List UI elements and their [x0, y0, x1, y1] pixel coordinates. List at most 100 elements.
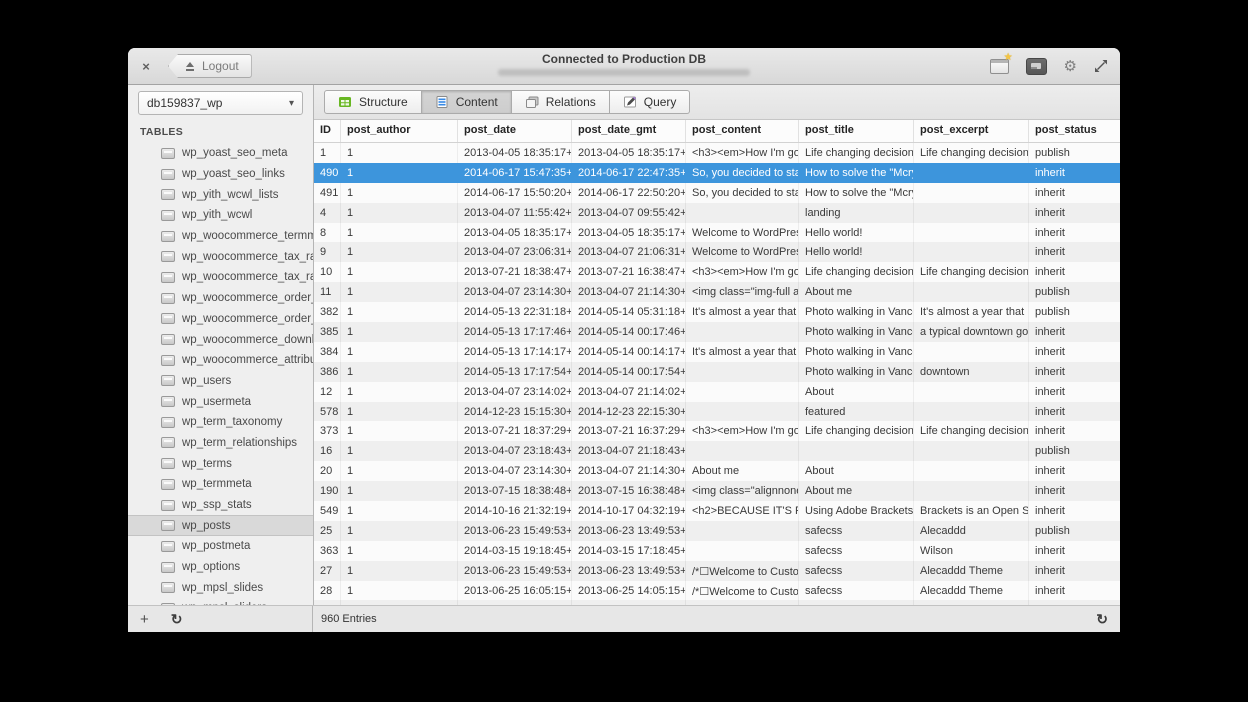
column-header-id[interactable]: ID	[314, 120, 341, 142]
sidebar-item-wp_yoast_seo_links[interactable]: wp_yoast_seo_links	[128, 164, 313, 185]
table-row[interactable]: 19012013-07-15 18:38:48+02013-07-15 16:3…	[314, 481, 1120, 501]
cell-post_excerpt	[914, 282, 1029, 302]
chevron-down-icon: ▾	[289, 98, 294, 109]
cell-post_excerpt	[914, 203, 1029, 223]
table-row[interactable]: 812013-04-05 18:35:17+02013-04-05 18:35:…	[314, 223, 1120, 243]
refresh-tables-icon[interactable]: ↻	[171, 612, 183, 626]
sidebar-item-wp_mpsl_sliders[interactable]: wp_mpsl_sliders	[128, 598, 313, 605]
sidebar-item-wp_posts[interactable]: wp_posts	[128, 515, 313, 536]
cell-post_date_gmt: 2013-07-15 16:38:48+0	[572, 481, 686, 501]
cell-post_author: 1	[341, 561, 458, 581]
table-row[interactable]: 38512014-05-13 17:17:46+02014-05-14 00:1…	[314, 322, 1120, 342]
tab-query[interactable]: Query	[610, 90, 691, 114]
cell-post_date: 2013-06-23 15:49:53+0	[458, 561, 572, 581]
table-row[interactable]: 49112014-06-17 15:50:20+02014-06-17 22:5…	[314, 183, 1120, 203]
new-window-star-icon[interactable]	[990, 59, 1009, 74]
cell-post_title: Hello world!	[799, 242, 914, 262]
cell-id: 20	[314, 461, 341, 481]
sidebar-item-wp_woocommerce_downloadabl…[interactable]: wp_woocommerce_downloadabl…	[128, 329, 313, 350]
table-name-label: wp_options	[182, 561, 240, 573]
table-name-label: wp_yith_wcwl_lists	[182, 189, 279, 201]
table-icon	[161, 272, 175, 283]
sidebar-item-wp_postmeta[interactable]: wp_postmeta	[128, 536, 313, 557]
cell-post_date_gmt: 2013-06-23 13:49:53+0	[572, 521, 686, 541]
sidebar-item-wp_yith_wcwl[interactable]: wp_yith_wcwl	[128, 205, 313, 226]
cell-post_excerpt	[914, 242, 1029, 262]
sidebar-item-wp_yoast_seo_meta[interactable]: wp_yoast_seo_meta	[128, 143, 313, 164]
table-row[interactable]: 912013-04-07 23:06:31+02013-04-07 21:06:…	[314, 242, 1120, 262]
table-row[interactable]: 38212014-05-13 22:31:18+02014-05-14 05:3…	[314, 302, 1120, 322]
table-row[interactable]: 2512013-06-23 15:49:53+02013-06-23 13:49…	[314, 521, 1120, 541]
cell-post_status: inherit	[1029, 362, 1120, 382]
table-icon	[161, 334, 175, 345]
close-icon[interactable]: ×	[138, 59, 154, 74]
table-icon	[161, 541, 175, 552]
sidebar-item-wp_mpsl_slides[interactable]: wp_mpsl_slides	[128, 577, 313, 598]
column-header-post_title[interactable]: post_title	[799, 120, 914, 142]
column-header-post_excerpt[interactable]: post_excerpt	[914, 120, 1029, 142]
table-row[interactable]: 1212013-04-07 23:14:02+02013-04-07 21:14…	[314, 382, 1120, 402]
tab-label: Structure	[359, 95, 408, 109]
column-header-post_content[interactable]: post_content	[686, 120, 799, 142]
table-row[interactable]: 2812013-06-25 16:05:15+02013-06-25 14:05…	[314, 581, 1120, 601]
add-table-button[interactable]: +	[140, 612, 149, 627]
cell-post_title: Life changing decisions	[799, 143, 914, 163]
sidebar-item-wp_woocommerce_order_items[interactable]: wp_woocommerce_order_items	[128, 288, 313, 309]
reload-results-icon[interactable]: ↻	[1096, 612, 1108, 626]
table-icon	[161, 437, 175, 448]
sidebar-item-wp_usermeta[interactable]: wp_usermeta	[128, 391, 313, 412]
table-row[interactable]: 1112013-04-07 23:14:30+02013-04-07 21:14…	[314, 282, 1120, 302]
column-header-post_date[interactable]: post_date	[458, 120, 572, 142]
sidebar-item-wp_woocommerce_tax_rates[interactable]: wp_woocommerce_tax_rates	[128, 267, 313, 288]
sidebar-item-wp_options[interactable]: wp_options	[128, 557, 313, 578]
table-icon	[161, 603, 175, 605]
table-row[interactable]: 38412014-05-13 17:14:17+02014-05-14 00:1…	[314, 342, 1120, 362]
table-row[interactable]: 38612014-05-13 17:17:54+02014-05-14 00:1…	[314, 362, 1120, 382]
column-header-post_status[interactable]: post_status	[1029, 120, 1120, 142]
sidebar-item-wp_ssp_stats[interactable]: wp_ssp_stats	[128, 495, 313, 516]
table-row[interactable]: 112013-04-05 18:35:17+02013-04-05 18:35:…	[314, 143, 1120, 163]
sidebar-item-wp_users[interactable]: wp_users	[128, 371, 313, 392]
sidebar-item-wp_woocommerce_termmeta[interactable]: wp_woocommerce_termmeta	[128, 226, 313, 247]
logout-button[interactable]: Logout	[168, 54, 252, 78]
sidebar-item-wp_term_taxonomy[interactable]: wp_term_taxonomy	[128, 412, 313, 433]
column-header-post_date_gmt[interactable]: post_date_gmt	[572, 120, 686, 142]
tab-content[interactable]: Content	[422, 90, 512, 114]
content-icon	[435, 95, 449, 109]
cell-post_date_gmt: 2013-04-07 21:14:02+0	[572, 382, 686, 402]
sidebar-item-wp_yith_wcwl_lists[interactable]: wp_yith_wcwl_lists	[128, 184, 313, 205]
cell-post_date_gmt: 2013-07-21 16:38:47+0	[572, 262, 686, 282]
cell-post_excerpt: Wilson	[914, 541, 1029, 561]
table-row[interactable]: 49012014-06-17 15:47:35+02014-06-17 22:4…	[314, 163, 1120, 183]
fullscreen-icon[interactable]	[1094, 59, 1108, 73]
table-row[interactable]: 1012013-07-21 18:38:47+02013-07-21 16:38…	[314, 262, 1120, 282]
table-row[interactable]: 57812014-12-23 15:15:30+02014-12-23 22:1…	[314, 402, 1120, 422]
table-icon	[161, 375, 175, 386]
table-name-label: wp_term_taxonomy	[182, 416, 282, 428]
tab-structure[interactable]: Structure	[324, 90, 422, 114]
database-selector[interactable]: db159837_wp ▾	[138, 91, 303, 115]
column-header-post_author[interactable]: post_author	[341, 120, 458, 142]
cell-post_date: 2014-06-17 15:47:35+0	[458, 163, 572, 183]
table-row[interactable]: 54912014-10-16 21:32:19+02014-10-17 04:3…	[314, 501, 1120, 521]
table-row[interactable]: 2712013-06-23 15:49:53+02013-06-23 13:49…	[314, 561, 1120, 581]
sidebar-item-wp_term_relationships[interactable]: wp_term_relationships	[128, 433, 313, 454]
sidebar-item-wp_woocommerce_order_itemm…[interactable]: wp_woocommerce_order_itemm…	[128, 309, 313, 330]
table-row[interactable]: 2012013-04-07 23:14:30+02013-04-07 21:14…	[314, 461, 1120, 481]
cell-id: 11	[314, 282, 341, 302]
tab-relations[interactable]: Relations	[512, 90, 610, 114]
sidebar-item-wp_woocommerce_tax_rate_loca…[interactable]: wp_woocommerce_tax_rate_loca…	[128, 246, 313, 267]
sidebar-item-wp_termmeta[interactable]: wp_termmeta	[128, 474, 313, 495]
sidebar-item-wp_woocommerce_attribute_tax…[interactable]: wp_woocommerce_attribute_tax…	[128, 350, 313, 371]
relations-icon	[525, 95, 539, 109]
table-row[interactable]: 36312014-03-15 19:18:45+02014-03-15 17:1…	[314, 541, 1120, 561]
table-row[interactable]: 1612013-04-07 23:18:43+02013-04-07 21:18…	[314, 441, 1120, 461]
terminal-toggle-icon[interactable]	[1026, 58, 1047, 75]
settings-gear-icon[interactable]: ⚙	[1064, 59, 1077, 74]
sidebar-item-wp_terms[interactable]: wp_terms	[128, 453, 313, 474]
cell-post_status: inherit	[1029, 262, 1120, 282]
table-row[interactable]: 37312013-07-21 18:37:29+02013-07-21 16:3…	[314, 421, 1120, 441]
cell-post_author: 1	[341, 163, 458, 183]
cell-post_date_gmt: 2013-04-07 21:14:30+0	[572, 282, 686, 302]
table-row[interactable]: 412013-04-07 11:55:42+02013-04-07 09:55:…	[314, 203, 1120, 223]
